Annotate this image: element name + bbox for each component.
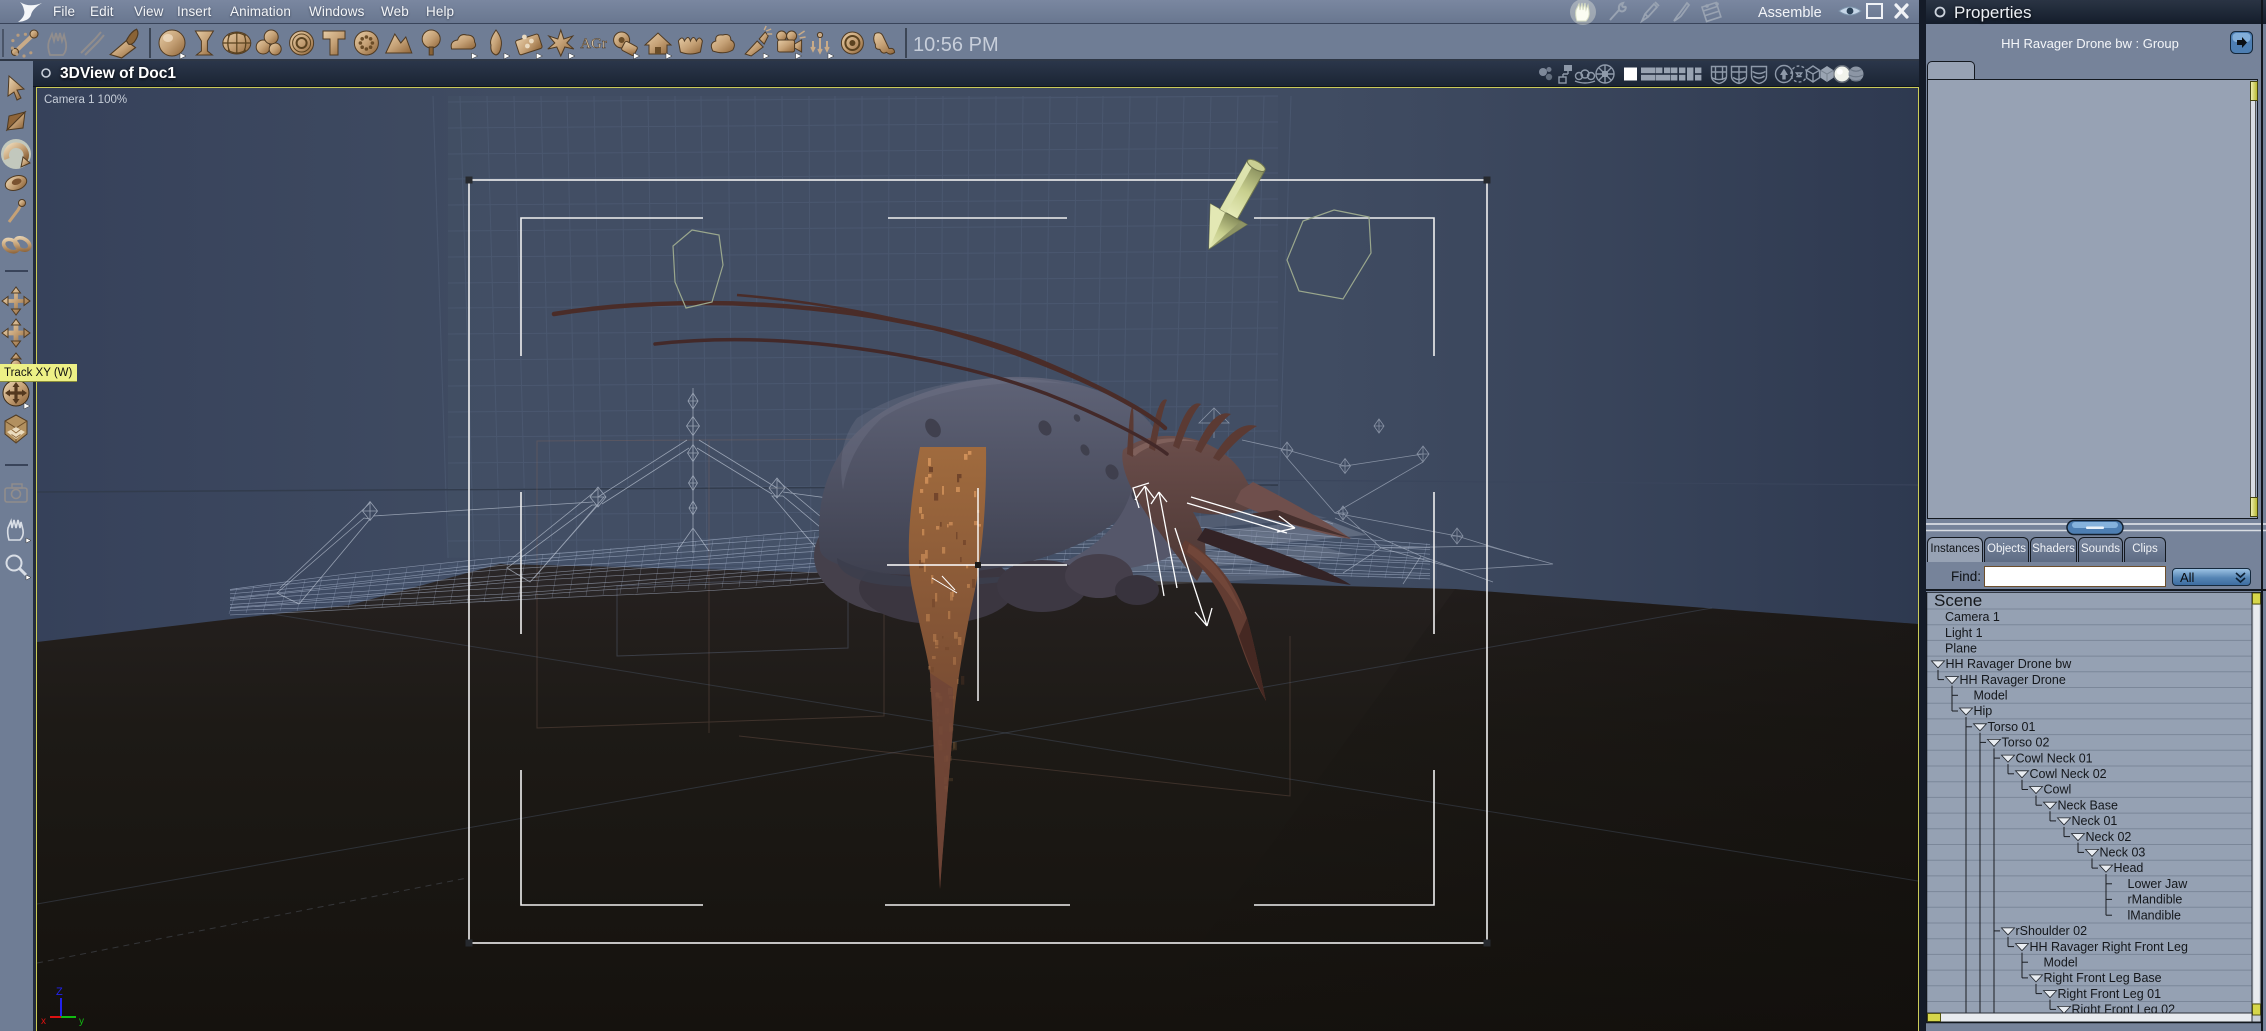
svg-text:HH Ravager Drone: HH Ravager Drone bbox=[1960, 673, 2066, 687]
svg-text:Cowl: Cowl bbox=[2044, 783, 2072, 797]
svg-text:Scene: Scene bbox=[1934, 592, 1982, 610]
svg-text:Right Front Leg Base: Right Front Leg Base bbox=[2044, 971, 2162, 985]
svg-text:x: x bbox=[41, 1016, 46, 1027]
svg-text:Assemble: Assemble bbox=[1758, 5, 1822, 21]
svg-text:Neck 02: Neck 02 bbox=[2086, 830, 2132, 844]
svg-text:lMandible: lMandible bbox=[2128, 908, 2182, 922]
svg-text:Model: Model bbox=[2044, 955, 2078, 969]
svg-text:Neck 01: Neck 01 bbox=[2072, 814, 2118, 828]
svg-text:Neck Base: Neck Base bbox=[2058, 798, 2118, 812]
svg-text:Model: Model bbox=[1974, 689, 2008, 703]
svg-text:HH Ravager Right Front Leg: HH Ravager Right Front Leg bbox=[2030, 940, 2188, 954]
svg-text:Plane: Plane bbox=[1945, 642, 1977, 656]
svg-text:Cowl Neck 01: Cowl Neck 01 bbox=[2016, 751, 2093, 765]
svg-text:y: y bbox=[79, 1016, 84, 1027]
svg-text:rShoulder 02: rShoulder 02 bbox=[2016, 924, 2088, 938]
svg-text:Light 1: Light 1 bbox=[1945, 626, 1983, 640]
svg-text:Right Front Leg 01: Right Front Leg 01 bbox=[2058, 987, 2162, 1001]
svg-text:Lower Jaw: Lower Jaw bbox=[2128, 877, 2189, 891]
svg-text:10:56 PM: 10:56 PM bbox=[913, 34, 999, 56]
svg-text:Torso 02: Torso 02 bbox=[2002, 736, 2050, 750]
svg-text:Hip: Hip bbox=[1974, 704, 1993, 718]
svg-text:Camera 1: Camera 1 bbox=[1945, 610, 2000, 624]
svg-text:Torso 01: Torso 01 bbox=[1988, 720, 2036, 734]
svg-text:rMandible: rMandible bbox=[2128, 893, 2183, 907]
svg-text:Camera 1 100%: Camera 1 100% bbox=[44, 94, 127, 106]
svg-text:AGr: AGr bbox=[580, 36, 607, 52]
svg-text:Z: Z bbox=[56, 986, 63, 998]
svg-text:HH Ravager Drone bw: HH Ravager Drone bw bbox=[1946, 657, 2073, 671]
svg-text:Cowl Neck 02: Cowl Neck 02 bbox=[2030, 767, 2107, 781]
svg-text:Neck 03: Neck 03 bbox=[2100, 846, 2146, 860]
svg-text:Head: Head bbox=[2114, 861, 2144, 875]
